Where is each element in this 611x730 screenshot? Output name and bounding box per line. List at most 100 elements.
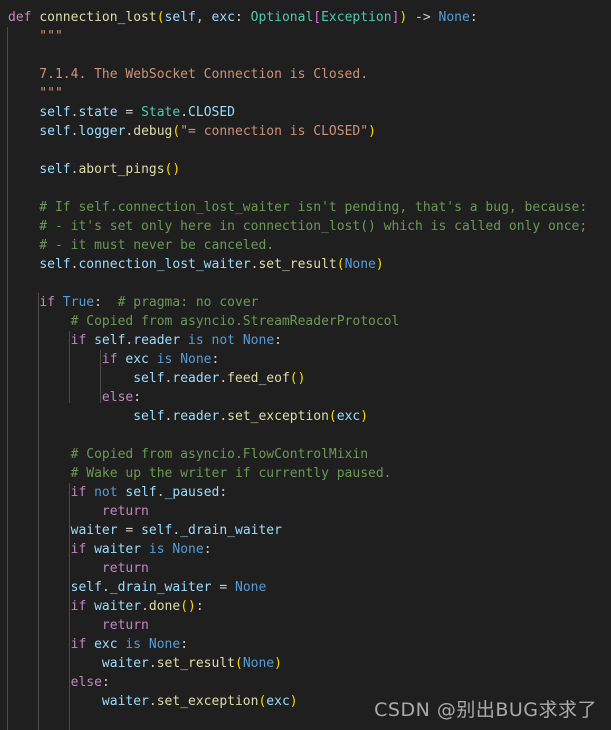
code-token-opkw: None xyxy=(438,10,470,25)
code-token-punc: . xyxy=(156,485,165,500)
code-line[interactable]: if self.reader is not None: xyxy=(8,331,282,350)
code-token-punc: : xyxy=(469,10,478,25)
code-line[interactable]: """ xyxy=(8,84,63,103)
code-token-kw: if xyxy=(70,637,87,652)
code-token-opkw: not xyxy=(211,333,236,348)
code-line[interactable]: # Copied from asyncio.FlowControlMixin xyxy=(8,445,368,464)
code-line[interactable]: # Copied from asyncio.StreamReaderProtoc… xyxy=(8,312,400,331)
code-token-var: waiter xyxy=(94,599,142,614)
code-line[interactable]: 7.1.4. The WebSocket Connection is Close… xyxy=(8,65,368,84)
code-line[interactable]: else: xyxy=(8,673,110,692)
code-token-var: waiter xyxy=(101,694,149,709)
code-token-var: self xyxy=(141,523,173,538)
code-line[interactable]: self.logger.debug("= connection is CLOSE… xyxy=(8,122,376,141)
code-token-var: reader xyxy=(172,409,220,424)
code-token-opkw: is xyxy=(156,352,173,367)
code-line[interactable]: def connection_lost(self, exc: Optional[… xyxy=(8,8,478,27)
code-token-br0: ) xyxy=(172,162,181,177)
code-token-punc: : xyxy=(94,295,102,310)
code-line[interactable]: if not self._paused: xyxy=(8,483,228,502)
code-line[interactable]: self.reader.set_exception(exc) xyxy=(8,407,368,426)
code-token-fn: feed_eof xyxy=(227,371,290,386)
code-line[interactable]: if exc is None: xyxy=(8,635,188,654)
code-token-br0: ) xyxy=(274,656,282,671)
code-token-str: "= connection is CLOSED" xyxy=(180,124,369,139)
code-token-var: exc xyxy=(336,409,361,424)
code-line[interactable]: # - it must never be canceled. xyxy=(8,236,274,255)
code-token-punc: -> xyxy=(407,10,439,25)
code-line[interactable]: waiter.set_exception(exc) xyxy=(8,692,298,711)
code-surface[interactable]: def connection_lost(self, exc: Optional[… xyxy=(0,0,611,730)
code-token-kw: if xyxy=(70,542,87,557)
code-line[interactable]: return xyxy=(8,616,149,635)
code-token-var: waiter xyxy=(101,656,149,671)
code-line[interactable]: waiter = self._drain_waiter xyxy=(8,521,282,540)
code-token-var: _paused xyxy=(164,485,220,500)
code-token-opkw: is xyxy=(148,542,165,557)
code-token-var: exc xyxy=(211,10,235,25)
code-line[interactable]: return xyxy=(8,502,149,521)
code-token-kw: return xyxy=(101,618,149,633)
code-line[interactable]: self._drain_waiter = None xyxy=(8,578,267,597)
code-line[interactable]: self.abort_pings() xyxy=(8,160,180,179)
code-token-br0: ) xyxy=(360,409,369,424)
code-line[interactable]: # Wake up the writer if currently paused… xyxy=(8,464,392,483)
code-line[interactable]: if exc is None: xyxy=(8,350,219,369)
code-line[interactable]: else: xyxy=(8,388,141,407)
code-token-br0: ( xyxy=(235,656,243,671)
code-token-punc: = xyxy=(117,105,142,120)
code-line[interactable]: self.reader.feed_eof() xyxy=(8,369,305,388)
code-editor-pane[interactable]: def connection_lost(self, exc: Optional[… xyxy=(0,0,611,730)
code-token-var: _drain_waiter xyxy=(109,580,212,595)
code-token-br0: ) xyxy=(188,599,196,614)
code-token-punc: : xyxy=(219,485,228,500)
code-line[interactable]: if waiter.done(): xyxy=(8,597,204,616)
code-line[interactable]: waiter.set_result(None) xyxy=(8,654,282,673)
code-line[interactable]: if waiter is None: xyxy=(8,540,212,559)
code-token-type: Exception xyxy=(321,10,392,25)
code-token-var: waiter xyxy=(70,523,118,538)
code-token-punc: . xyxy=(219,409,228,424)
code-line[interactable]: return xyxy=(8,559,149,578)
code-line[interactable]: """ xyxy=(8,27,63,46)
code-line[interactable]: # - it's set only here in connection_los… xyxy=(8,217,587,236)
code-token-fn: set_exception xyxy=(227,409,329,424)
code-token-opkw: None xyxy=(235,580,267,595)
code-token-var: CLOSED xyxy=(188,105,236,120)
code-token-kw: if xyxy=(39,295,55,310)
code-token-cmt: # - it's set only here in connection_los… xyxy=(8,219,588,234)
code-token-kw: return xyxy=(101,504,149,519)
code-line[interactable]: self.state = State.CLOSED xyxy=(8,103,235,122)
code-token-var: self xyxy=(133,371,165,386)
code-token-br0: ( xyxy=(180,599,189,614)
code-token-opkw: None xyxy=(344,257,376,272)
code-token-kw: def xyxy=(8,10,32,25)
code-token-br1: [ xyxy=(313,10,322,25)
code-token-fn: set_exception xyxy=(156,694,259,709)
code-token-opkw: None xyxy=(172,542,204,557)
code-token-punc: . xyxy=(141,599,149,614)
code-token-var: exc xyxy=(266,694,290,709)
code-line[interactable]: self.connection_lost_waiter.set_result(N… xyxy=(8,255,383,274)
code-line[interactable]: if True: # pragma: no cover xyxy=(8,293,258,312)
code-token-br0: ( xyxy=(156,10,165,25)
code-token-var: reader xyxy=(172,371,220,386)
code-line[interactable]: # If self.connection_lost_waiter isn't p… xyxy=(8,198,587,217)
code-token-punc: : xyxy=(274,333,282,348)
